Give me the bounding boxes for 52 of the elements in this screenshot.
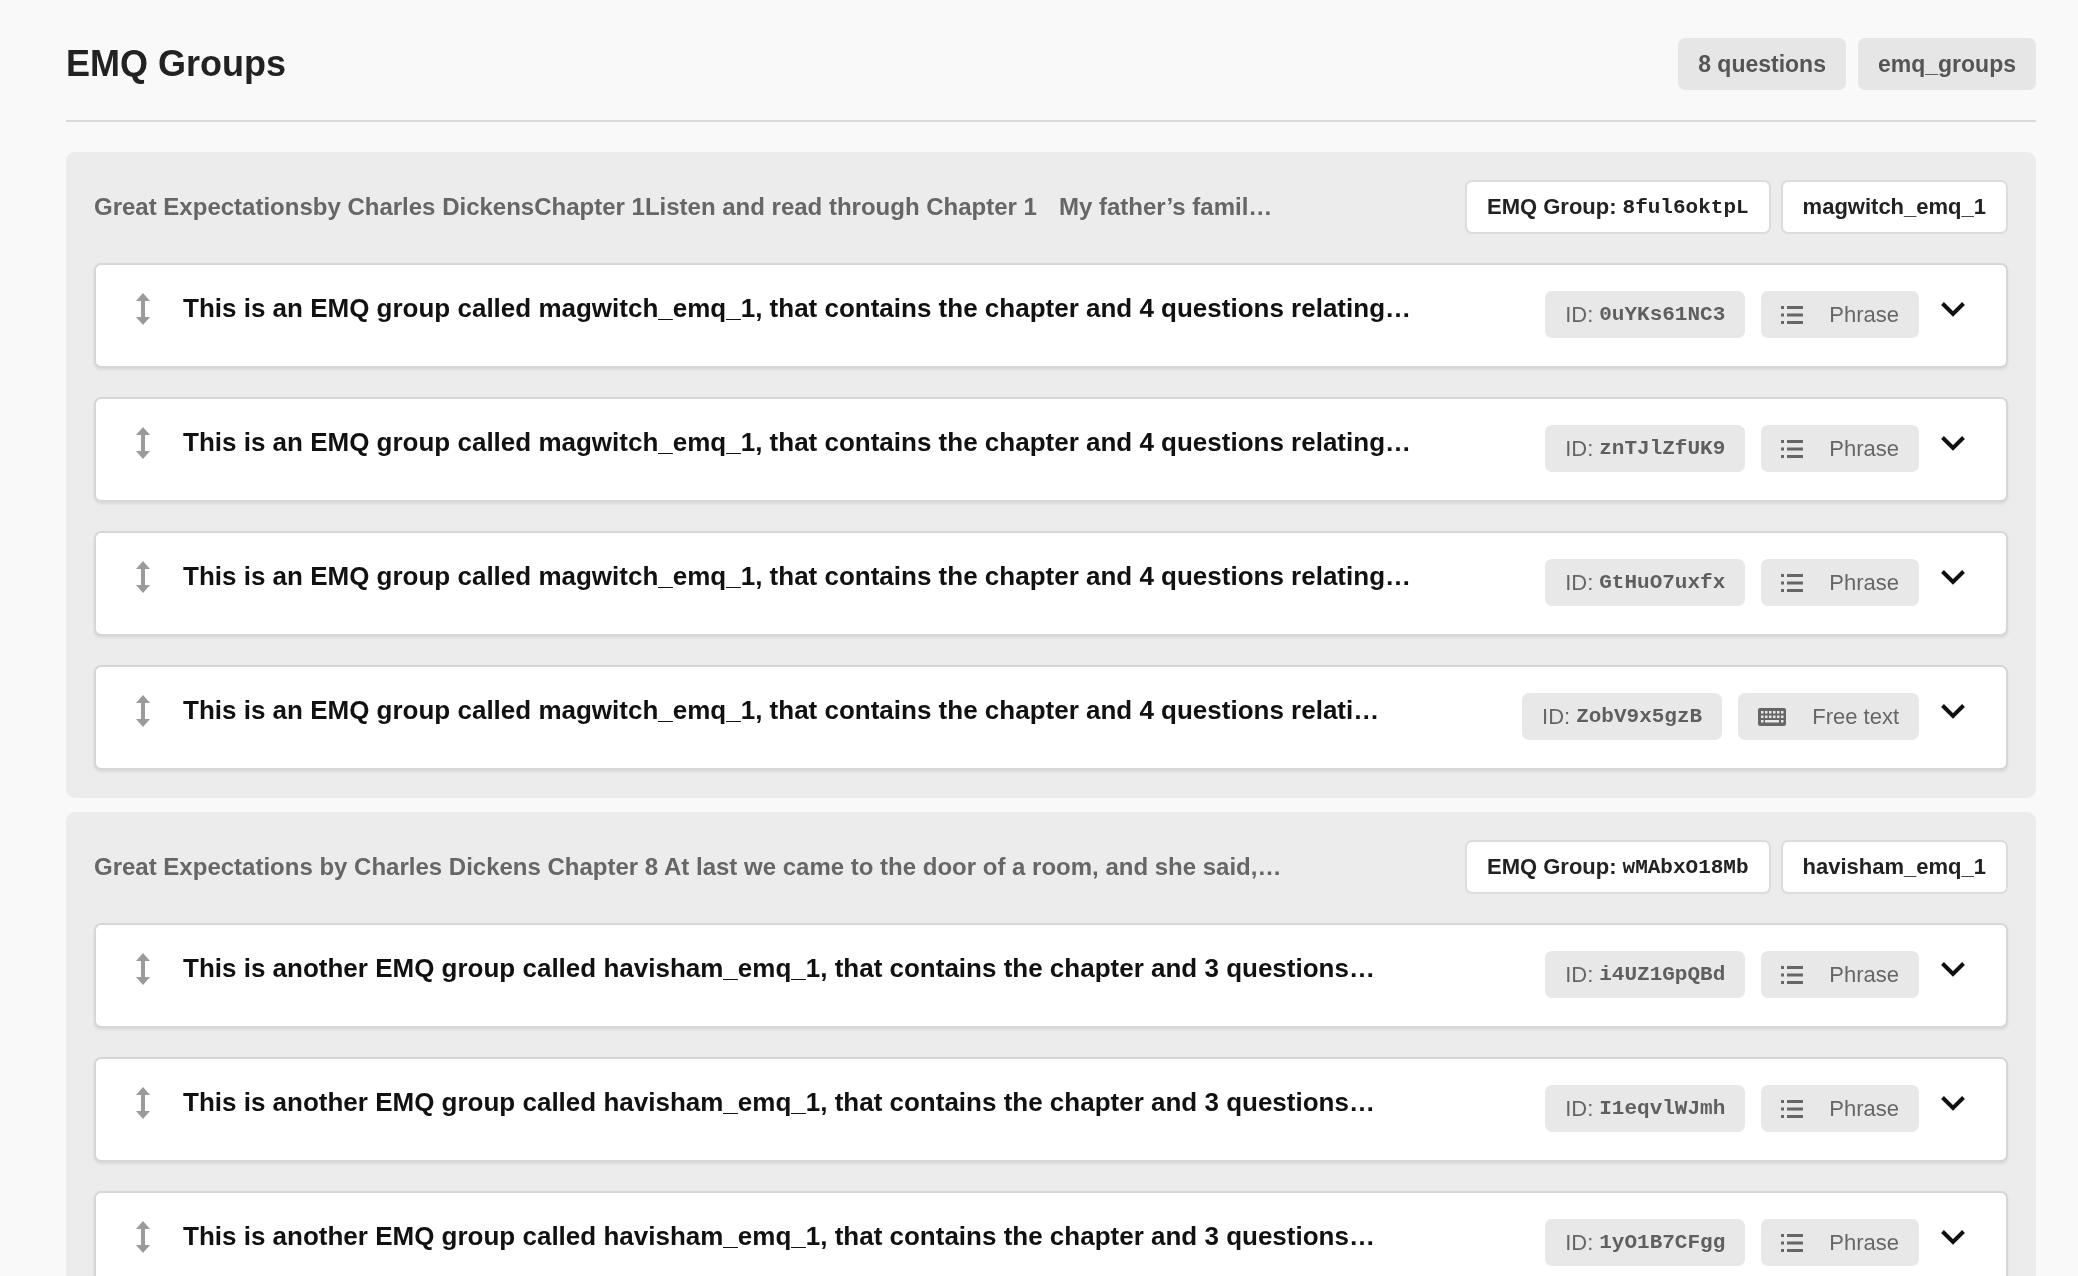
question-type-label: Phrase (1829, 961, 1899, 988)
question-text: This is an EMQ group called magwitch_emq_1, that contains the chapter and 4 questions relating… (183, 292, 1413, 325)
page-title: EMQ Groups (66, 43, 286, 85)
chevron-icon[interactable] (1940, 1228, 1966, 1245)
drag-handle-icon[interactable] (136, 952, 150, 985)
question-text: This is an EMQ group called magwitch_emq_1, that contains the chapter and 4 questions relating… (183, 426, 1413, 459)
question-id-tag: ID: znTJlZfUK9 (1545, 425, 1746, 472)
question-id-tag: ID: I1eqvlWJmh (1545, 1085, 1746, 1132)
drag-handle-icon[interactable] (136, 426, 150, 459)
question-type-label: Free text (1812, 703, 1899, 730)
chevron-icon[interactable] (1940, 300, 1966, 317)
drag-handle-icon[interactable] (136, 1220, 150, 1253)
question-id-tag: ID: 0uYKs61NC3 (1545, 291, 1746, 338)
list-icon (1781, 965, 1804, 984)
chevron-icon[interactable] (1940, 434, 1966, 451)
group-name-tag: havisham_emq_1 (1780, 840, 2008, 894)
question-text: This is another EMQ group called havisham_emq_1, that contains the chapter and 3 questions… (183, 952, 1376, 985)
group-name-tag: magwitch_emq_1 (1780, 180, 2008, 234)
group-id-tag: EMQ Group: wMAbxO18Mb (1465, 840, 1771, 894)
list-icon (1781, 573, 1804, 592)
question-id-tag: ID: ZobV9x5gzB (1522, 693, 1723, 740)
question-id-tag: ID: 1yO1B7CFgg (1545, 1219, 1746, 1266)
chevron-icon[interactable] (1940, 1094, 1966, 1111)
chevron-icon[interactable] (1940, 960, 1966, 977)
drag-handle-icon[interactable] (136, 1086, 150, 1119)
drag-handle-icon[interactable] (136, 694, 150, 727)
question-text: This is an EMQ group called magwitch_emq_1, that contains the chapter and 4 questions relating… (183, 560, 1413, 593)
chevron-icon[interactable] (1940, 702, 1966, 719)
drag-handle-icon[interactable] (136, 292, 150, 325)
question-type-label: Phrase (1829, 435, 1899, 462)
drag-handle-icon[interactable] (136, 560, 150, 593)
question-id-tag: ID: i4UZ1GpQBd (1545, 951, 1746, 998)
group-summary-text: My father’s famil… (1058, 192, 1273, 222)
question-type-label: Phrase (1829, 569, 1899, 596)
question-type-label: Phrase (1829, 301, 1899, 328)
group-id-tag: EMQ Group: 8ful6oktpL (1465, 180, 1771, 234)
info-tag: emq_groups (1857, 38, 2036, 90)
question-text: This is another EMQ group called havisham_emq_1, that contains the chapter and 3 questions… (183, 1220, 1376, 1253)
list-icon (1781, 1233, 1804, 1252)
group-summary-text: Great Expectationsby Charles DickensChapter 1Listen and read through Chapter 1 (94, 192, 1037, 222)
list-icon (1781, 1099, 1804, 1118)
group-summary-text: Great Expectations by Charles Dickens Chapter 8 At last we came to the door of a room, and she said,… (94, 852, 1282, 882)
question-type-label: Phrase (1829, 1229, 1899, 1256)
question-text: This is an EMQ group called magwitch_emq_1, that contains the chapter and 4 questions relati… (183, 694, 1381, 727)
keyboard-icon (1758, 707, 1787, 726)
list-icon (1781, 439, 1804, 458)
list-icon (1781, 305, 1804, 324)
chevron-icon[interactable] (1940, 568, 1966, 585)
question-type-label: Phrase (1829, 1095, 1899, 1122)
question-id-tag: ID: GtHuO7uxfx (1545, 559, 1746, 606)
info-tag: 8 questions (1678, 38, 1846, 90)
question-text: This is another EMQ group called havisham_emq_1, that contains the chapter and 3 questions… (183, 1086, 1376, 1119)
